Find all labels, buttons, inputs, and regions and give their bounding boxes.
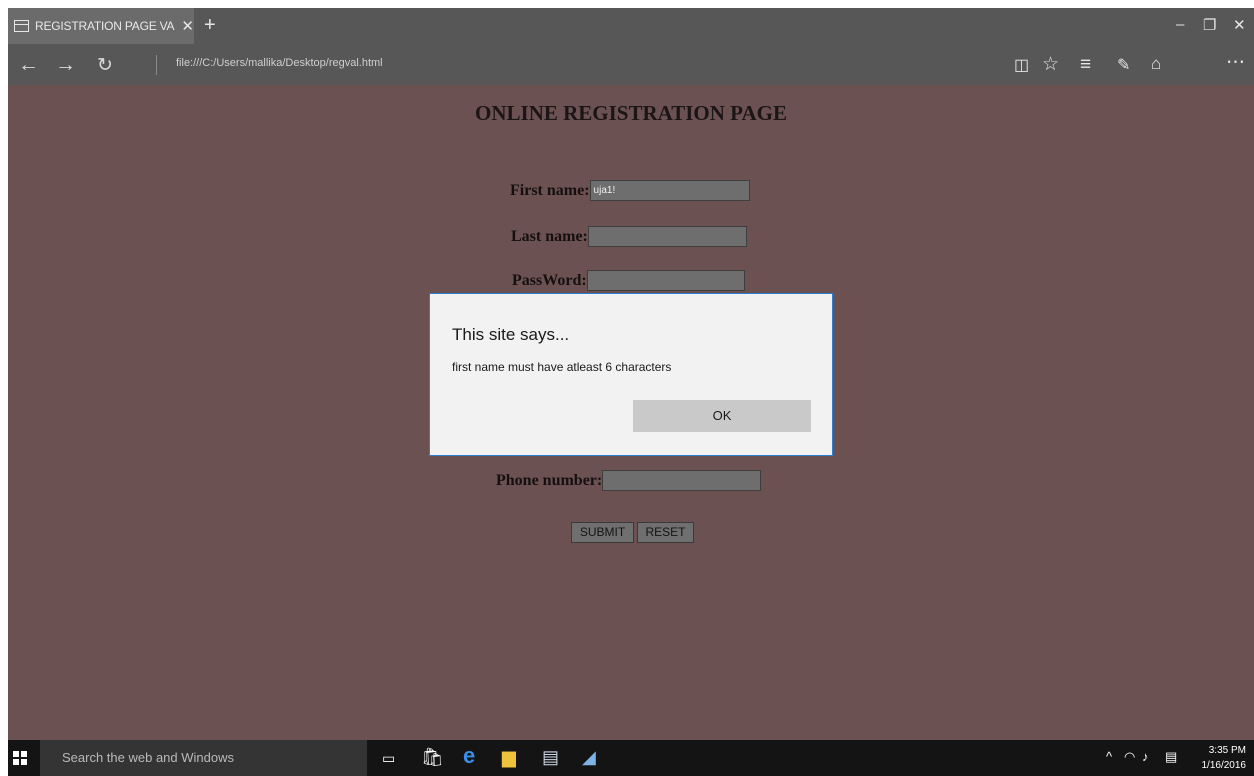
first-name-row: First name: uja1!	[510, 180, 750, 201]
close-window-icon[interactable]: ✕	[1233, 16, 1246, 34]
store-icon[interactable]: 🛍	[421, 747, 444, 768]
ok-button[interactable]: OK	[633, 400, 811, 432]
favorite-star-icon[interactable]: ☆	[1042, 53, 1059, 76]
web-note-icon[interactable]: ✎	[1117, 55, 1130, 75]
browser-tab-bar: REGISTRATION PAGE VA ✕ + – ❐ ✕	[8, 8, 1254, 44]
more-icon[interactable]: ⋯	[1226, 51, 1245, 74]
show-hidden-icons-icon[interactable]: ^	[1106, 749, 1112, 764]
password-input[interactable]	[586, 270, 745, 291]
volume-icon[interactable]: ♪	[1142, 749, 1149, 764]
page-title: ONLINE REGISTRATION PAGE	[475, 101, 787, 125]
share-icon[interactable]: ⌂	[1151, 54, 1161, 74]
browser-nav-bar: ← → ↻ file:///C:/Users/mallika/Desktop/r…	[8, 44, 1254, 85]
alert-dialog: This site says... first name must have a…	[429, 293, 833, 456]
submit-button[interactable]: SUBMIT	[571, 522, 634, 543]
taskbar-clock[interactable]: 3:35 PM 1/16/2016	[1202, 743, 1247, 773]
tab-page-icon	[14, 20, 29, 32]
last-name-row: Last name:	[511, 226, 747, 247]
clock-time: 3:35 PM	[1208, 745, 1246, 756]
edge-icon[interactable]: e	[463, 743, 475, 769]
tab-title: REGISTRATION PAGE VA	[35, 19, 175, 33]
phone-input[interactable]	[602, 470, 762, 491]
notepad-icon[interactable]: ◢	[582, 747, 596, 768]
refresh-icon[interactable]: ↻	[97, 54, 113, 77]
reset-button[interactable]: RESET	[637, 522, 694, 543]
word-icon[interactable]: ▤	[542, 747, 559, 768]
taskbar: Search the web and Windows ▭ 🛍 e ▆ ▤ ◢ ^…	[8, 740, 1254, 776]
browser-tab[interactable]: REGISTRATION PAGE VA ✕	[8, 8, 194, 44]
last-name-label: Last name:	[511, 227, 588, 245]
password-row: PassWord:	[512, 270, 745, 291]
password-label: PassWord:	[512, 271, 587, 289]
clock-date: 1/16/2016	[1201, 760, 1247, 771]
address-bar[interactable]: file:///C:/Users/mallika/Desktop/regval.…	[176, 57, 383, 69]
phone-label: Phone number:	[496, 471, 603, 489]
search-placeholder: Search the web and Windows	[62, 750, 234, 765]
screen: REGISTRATION PAGE VA ✕ + – ❐ ✕ ← → ↻ fil…	[8, 8, 1254, 776]
phone-row: Phone number:	[496, 470, 762, 491]
first-name-label: First name:	[510, 181, 590, 199]
dialog-title: This site says...	[452, 325, 570, 344]
file-explorer-icon[interactable]: ▆	[502, 747, 516, 768]
dialog-message: first name must have atleast 6 character…	[452, 360, 672, 374]
forward-arrow-icon[interactable]: →	[55, 53, 76, 77]
first-name-input[interactable]: uja1!	[589, 180, 750, 201]
new-tab-icon[interactable]: +	[204, 14, 216, 37]
windows-start-icon[interactable]	[13, 751, 27, 765]
maximize-icon[interactable]: ❐	[1203, 16, 1216, 34]
reading-view-icon[interactable]: ◫	[1014, 55, 1029, 75]
hub-icon[interactable]: ≡	[1080, 54, 1091, 76]
nav-separator	[156, 55, 157, 75]
minimize-icon[interactable]: –	[1176, 16, 1184, 33]
back-arrow-icon[interactable]: ←	[18, 53, 39, 77]
wifi-icon[interactable]: ◠	[1124, 749, 1135, 765]
taskbar-search-box[interactable]: Search the web and Windows	[40, 740, 367, 776]
tab-close-icon[interactable]: ✕	[181, 17, 194, 35]
last-name-input[interactable]	[587, 226, 747, 247]
task-view-icon[interactable]: ▭	[382, 750, 395, 767]
action-center-icon[interactable]: ▤	[1165, 749, 1177, 765]
